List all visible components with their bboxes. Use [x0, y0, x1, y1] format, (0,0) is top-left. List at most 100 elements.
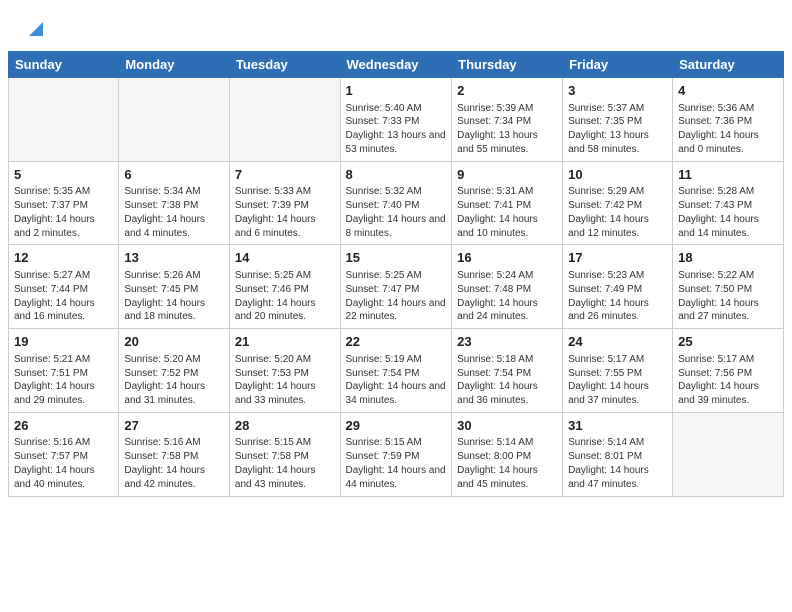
table-row: 21Sunrise: 5:20 AMSunset: 7:53 PMDayligh… — [229, 329, 340, 413]
table-row: 25 Sunrise: 5:17 AMSunset: 7:56 PMDayligh… — [673, 329, 784, 413]
day-info: Sunrise: 5:17 AMSunset: 7:56 PMDaylight:… — [678, 353, 778, 408]
header-friday: Friday — [563, 52, 673, 78]
header-thursday: Thursday — [452, 52, 563, 78]
day-number: 19 — [14, 333, 113, 351]
day-number: 18 — [678, 249, 778, 267]
day-info: Sunrise: 5:29 AMSunset: 7:42 PMDaylight:… — [568, 185, 667, 240]
table-row: 9Sunrise: 5:31 AMSunset: 7:41 PMDaylight… — [452, 161, 563, 245]
table-row — [229, 78, 340, 162]
table-row: 30Sunrise: 5:14 AMSunset: 8:00 PMDayligh… — [452, 412, 563, 496]
day-number: 6 — [124, 166, 224, 184]
day-info: Sunrise: 5:14 AMSunset: 8:01 PMDaylight:… — [568, 436, 667, 491]
day-number: 12 — [14, 249, 113, 267]
day-number: 28 — [235, 417, 335, 435]
table-row: 10Sunrise: 5:29 AMSunset: 7:42 PMDayligh… — [563, 161, 673, 245]
table-row: 7Sunrise: 5:33 AMSunset: 7:39 PMDaylight… — [229, 161, 340, 245]
day-info: Sunrise: 5:16 AMSunset: 7:58 PMDaylight:… — [124, 436, 224, 491]
day-info: Sunrise: 5:14 AMSunset: 8:00 PMDaylight:… — [457, 436, 557, 491]
day-number: 2 — [457, 82, 557, 100]
day-number: 24 — [568, 333, 667, 351]
day-info: Sunrise: 5:27 AMSunset: 7:44 PMDaylight:… — [14, 269, 113, 324]
table-row: 16 Sunrise: 5:24 AMSunset: 7:48 PMDayligh… — [452, 245, 563, 329]
day-info: Sunrise: 5:24 AMSunset: 7:48 PMDaylight:… — [457, 269, 557, 324]
table-row: 18 Sunrise: 5:22 AMSunset: 7:50 PMDayligh… — [673, 245, 784, 329]
day-number: 31 — [568, 417, 667, 435]
logo — [24, 18, 47, 43]
table-row — [673, 412, 784, 496]
day-info: Sunrise: 5:40 AMSunset: 7:33 PMDaylight:… — [346, 102, 447, 157]
page-header — [0, 0, 792, 51]
table-row — [119, 78, 230, 162]
day-info: Sunrise: 5:26 AMSunset: 7:45 PMDaylight:… — [124, 269, 224, 324]
calendar-wrap: Sunday Monday Tuesday Wednesday Thursday… — [0, 51, 792, 507]
day-info: Sunrise: 5:20 AMSunset: 7:53 PMDaylight:… — [235, 353, 335, 408]
table-row: 20Sunrise: 5:20 AMSunset: 7:52 PMDayligh… — [119, 329, 230, 413]
day-info: Sunrise: 5:34 AMSunset: 7:38 PMDaylight:… — [124, 185, 224, 240]
day-number: 23 — [457, 333, 557, 351]
day-number: 20 — [124, 333, 224, 351]
day-info: Sunrise: 5:37 AMSunset: 7:35 PMDaylight:… — [568, 102, 667, 157]
table-row: 27Sunrise: 5:16 AMSunset: 7:58 PMDayligh… — [119, 412, 230, 496]
day-info: Sunrise: 5:15 AMSunset: 7:59 PMDaylight:… — [346, 436, 447, 491]
header-sunday: Sunday — [9, 52, 119, 78]
table-row: 2Sunrise: 5:39 AMSunset: 7:34 PMDaylight… — [452, 78, 563, 162]
table-row: 14Sunrise: 5:25 AMSunset: 7:46 PMDayligh… — [229, 245, 340, 329]
day-info: Sunrise: 5:17 AMSunset: 7:55 PMDaylight:… — [568, 353, 667, 408]
calendar-header: Sunday Monday Tuesday Wednesday Thursday… — [9, 52, 784, 78]
day-info: Sunrise: 5:36 AMSunset: 7:36 PMDaylight:… — [678, 102, 778, 157]
day-number: 25 — [678, 333, 778, 351]
day-info: Sunrise: 5:16 AMSunset: 7:57 PMDaylight:… — [14, 436, 113, 491]
day-number: 7 — [235, 166, 335, 184]
day-number: 11 — [678, 166, 778, 184]
day-info: Sunrise: 5:19 AMSunset: 7:54 PMDaylight:… — [346, 353, 447, 408]
logo-icon — [25, 18, 47, 40]
day-number: 30 — [457, 417, 557, 435]
day-number: 4 — [678, 82, 778, 100]
table-row: 11Sunrise: 5:28 AMSunset: 7:43 PMDayligh… — [673, 161, 784, 245]
table-row: 28Sunrise: 5:15 AMSunset: 7:58 PMDayligh… — [229, 412, 340, 496]
day-info: Sunrise: 5:28 AMSunset: 7:43 PMDaylight:… — [678, 185, 778, 240]
table-row: 29Sunrise: 5:15 AMSunset: 7:59 PMDayligh… — [340, 412, 452, 496]
day-number: 26 — [14, 417, 113, 435]
table-row: 6Sunrise: 5:34 AMSunset: 7:38 PMDaylight… — [119, 161, 230, 245]
table-row: 22Sunrise: 5:19 AMSunset: 7:54 PMDayligh… — [340, 329, 452, 413]
day-number: 15 — [346, 249, 447, 267]
table-row: 1 Sunrise: 5:40 AMSunset: 7:33 PMDaylight… — [340, 78, 452, 162]
day-info: Sunrise: 5:15 AMSunset: 7:58 PMDaylight:… — [235, 436, 335, 491]
table-row: 15 Sunrise: 5:25 AMSunset: 7:47 PMDayligh… — [340, 245, 452, 329]
table-row: 24 Sunrise: 5:17 AMSunset: 7:55 PMDayligh… — [563, 329, 673, 413]
table-row: 17 Sunrise: 5:23 AMSunset: 7:49 PMDayligh… — [563, 245, 673, 329]
calendar-table: Sunday Monday Tuesday Wednesday Thursday… — [8, 51, 784, 497]
day-number: 16 — [457, 249, 557, 267]
table-row: 23 Sunrise: 5:18 AMSunset: 7:54 PMDayligh… — [452, 329, 563, 413]
day-info: Sunrise: 5:32 AMSunset: 7:40 PMDaylight:… — [346, 185, 447, 240]
table-row: 5Sunrise: 5:35 AMSunset: 7:37 PMDaylight… — [9, 161, 119, 245]
day-info: Sunrise: 5:33 AMSunset: 7:39 PMDaylight:… — [235, 185, 335, 240]
day-number: 5 — [14, 166, 113, 184]
day-info: Sunrise: 5:21 AMSunset: 7:51 PMDaylight:… — [14, 353, 113, 408]
table-row: 19 Sunrise: 5:21 AMSunset: 7:51 PMDayligh… — [9, 329, 119, 413]
day-number: 10 — [568, 166, 667, 184]
table-row: 26Sunrise: 5:16 AMSunset: 7:57 PMDayligh… — [9, 412, 119, 496]
day-number: 1 — [346, 82, 447, 100]
day-info: Sunrise: 5:23 AMSunset: 7:49 PMDaylight:… — [568, 269, 667, 324]
table-row: 8Sunrise: 5:32 AMSunset: 7:40 PMDaylight… — [340, 161, 452, 245]
day-number: 3 — [568, 82, 667, 100]
header-monday: Monday — [119, 52, 230, 78]
day-info: Sunrise: 5:22 AMSunset: 7:50 PMDaylight:… — [678, 269, 778, 324]
table-row: 13 Sunrise: 5:26 AMSunset: 7:45 PMDayligh… — [119, 245, 230, 329]
day-info: Sunrise: 5:18 AMSunset: 7:54 PMDaylight:… — [457, 353, 557, 408]
day-number: 17 — [568, 249, 667, 267]
day-info: Sunrise: 5:25 AMSunset: 7:47 PMDaylight:… — [346, 269, 447, 324]
day-number: 14 — [235, 249, 335, 267]
header-tuesday: Tuesday — [229, 52, 340, 78]
table-row — [9, 78, 119, 162]
day-info: Sunrise: 5:31 AMSunset: 7:41 PMDaylight:… — [457, 185, 557, 240]
day-number: 13 — [124, 249, 224, 267]
table-row: 3 Sunrise: 5:37 AMSunset: 7:35 PMDaylight… — [563, 78, 673, 162]
header-wednesday: Wednesday — [340, 52, 452, 78]
table-row: 31Sunrise: 5:14 AMSunset: 8:01 PMDayligh… — [563, 412, 673, 496]
table-row: 4 Sunrise: 5:36 AMSunset: 7:36 PMDaylight… — [673, 78, 784, 162]
table-row: 12 Sunrise: 5:27 AMSunset: 7:44 PMDayligh… — [9, 245, 119, 329]
day-number: 27 — [124, 417, 224, 435]
